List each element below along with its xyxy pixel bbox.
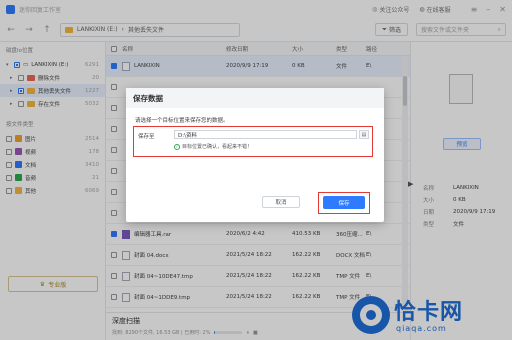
dialog-title: 保存数据 [126, 88, 384, 108]
save-dialog: 保存数据 请选择一个目标位置来保存您的数据。 保存至 D:\资料 ▤ ✓ 目标位… [126, 88, 384, 222]
browse-folder-icon[interactable]: ▤ [359, 130, 369, 139]
save-path-input[interactable]: D:\资料 [174, 130, 357, 139]
path-label: 保存至 [138, 134, 155, 140]
check-icon: ✓ [174, 143, 180, 150]
path-highlight: 保存至 D:\资料 ▤ ✓ 目标位置已确认，看起来不错！ [133, 126, 373, 157]
cancel-button[interactable]: 取消 [262, 196, 300, 208]
save-highlight: 保存 [318, 192, 370, 214]
path-confirm: ✓ 目标位置已确认，看起来不错！ [174, 143, 252, 150]
save-button[interactable]: 保存 [323, 196, 365, 209]
confirm-text: 目标位置已确认，看起来不错！ [182, 144, 253, 150]
dialog-description: 请选择一个目标位置来保存您的数据。 [135, 118, 229, 124]
